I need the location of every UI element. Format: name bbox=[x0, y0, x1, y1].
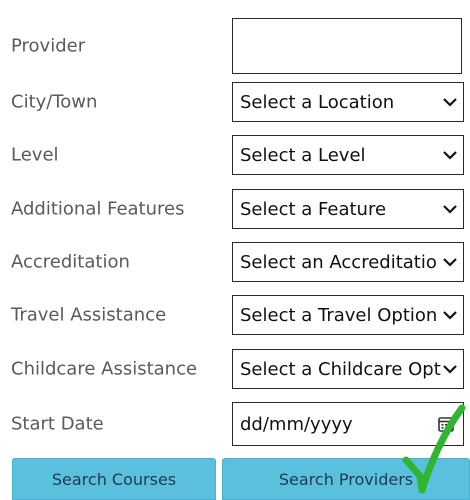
chevron-down-icon bbox=[443, 311, 457, 320]
features-label: Additional Features bbox=[11, 198, 185, 220]
level-selected-value: Select a Level bbox=[240, 144, 366, 166]
level-select[interactable]: Select a Level bbox=[232, 135, 464, 175]
level-row: Level Select a Level bbox=[0, 135, 470, 175]
travel-label: Travel Assistance bbox=[11, 304, 167, 326]
features-selected-value: Select a Feature bbox=[240, 198, 387, 220]
start-date-placeholder: dd/mm/yyyy bbox=[240, 413, 353, 435]
travel-selected-value: Select a Travel Option bbox=[240, 304, 438, 326]
chevron-down-icon bbox=[443, 98, 457, 107]
city-label: City/Town bbox=[11, 91, 98, 113]
city-select[interactable]: Select a Location bbox=[232, 82, 464, 122]
accreditation-selected-value: Select an Accreditatio bbox=[240, 251, 437, 273]
accreditation-select[interactable]: Select an Accreditatio bbox=[232, 242, 464, 282]
childcare-selected-value: Select a Childcare Opt bbox=[240, 358, 441, 380]
features-select[interactable]: Select a Feature bbox=[232, 189, 464, 229]
childcare-label: Childcare Assistance bbox=[11, 358, 198, 380]
travel-row: Travel Assistance Select a Travel Option bbox=[0, 295, 470, 335]
childcare-row: Childcare Assistance Select a Childcare … bbox=[0, 349, 470, 389]
start-date-label: Start Date bbox=[11, 413, 104, 435]
provider-row: Provider bbox=[0, 18, 470, 74]
features-row: Additional Features Select a Feature bbox=[0, 189, 470, 229]
city-row: City/Town Select a Location bbox=[0, 82, 470, 122]
level-label: Level bbox=[11, 144, 59, 166]
accreditation-row: Accreditation Select an Accreditatio bbox=[0, 242, 470, 282]
chevron-down-icon bbox=[443, 205, 457, 214]
provider-input[interactable] bbox=[232, 18, 462, 74]
chevron-down-icon bbox=[443, 151, 457, 160]
start-date-row: Start Date dd/mm/yyyy bbox=[0, 402, 470, 446]
search-providers-button[interactable]: Search Providers bbox=[222, 458, 470, 500]
travel-select[interactable]: Select a Travel Option bbox=[232, 295, 464, 335]
search-courses-button[interactable]: Search Courses bbox=[12, 458, 216, 500]
calendar-icon[interactable] bbox=[437, 415, 455, 433]
childcare-select[interactable]: Select a Childcare Opt bbox=[232, 349, 464, 389]
chevron-down-icon bbox=[443, 365, 457, 374]
provider-label: Provider bbox=[11, 35, 86, 57]
course-search-form: Provider City/Town Select a Location Lev… bbox=[0, 0, 470, 500]
city-selected-value: Select a Location bbox=[240, 91, 395, 113]
accreditation-label: Accreditation bbox=[11, 251, 130, 273]
start-date-input[interactable]: dd/mm/yyyy bbox=[232, 402, 464, 446]
chevron-down-icon bbox=[443, 258, 457, 267]
